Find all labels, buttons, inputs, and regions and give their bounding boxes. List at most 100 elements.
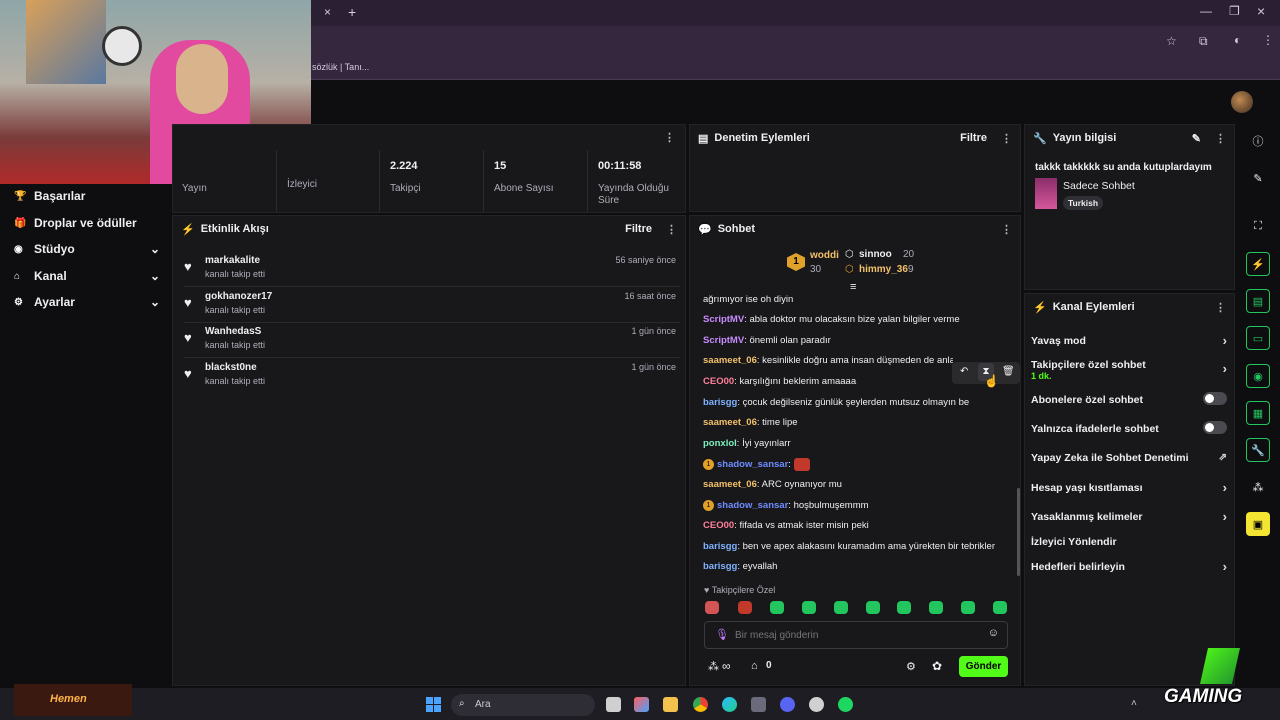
- kebab-menu-icon[interactable]: ⋮: [1001, 223, 1012, 236]
- mod-tools-icon[interactable]: ✿: [932, 659, 942, 673]
- sidebar-item-channel[interactable]: ⌂ Kanal ⌄: [14, 269, 160, 283]
- moderation-filter-button[interactable]: Filtre: [960, 132, 987, 144]
- expand-leaderboard-icon[interactable]: ≡: [850, 281, 856, 293]
- tray-chevron-icon[interactable]: ˄: [1131, 698, 1137, 709]
- edit-pencil-icon[interactable]: ✎: [1246, 166, 1270, 190]
- info-icon[interactable]: ⓘ: [1246, 129, 1270, 153]
- category-thumbnail[interactable]: [1035, 178, 1057, 209]
- broadcast-icon[interactable]: ◉: [1246, 364, 1270, 388]
- activity-header: ⚡ Etkinlik Akışı Filtre ⋮: [181, 223, 677, 236]
- bolt-icon[interactable]: ⚡: [1246, 252, 1270, 276]
- promo-banner[interactable]: Hemen: [14, 684, 132, 716]
- kebab-menu-icon[interactable]: ⋮: [666, 223, 677, 236]
- chevron-down-icon: ⌄: [149, 295, 160, 309]
- sidebar-item-drops[interactable]: 🎁 Droplar ve ödüller: [14, 216, 160, 230]
- kebab-menu-icon[interactable]: ⋮: [1215, 301, 1226, 314]
- copilot-icon[interactable]: [634, 697, 649, 712]
- emote[interactable]: [738, 601, 752, 614]
- bookmark-link[interactable]: sözlük | Tanı...: [312, 62, 369, 72]
- microphone-icon[interactable]: 🎙: [715, 628, 729, 641]
- sidebar-item-settings[interactable]: ⚙ Ayarlar ⌄: [14, 295, 160, 309]
- steam-icon[interactable]: [809, 697, 824, 712]
- emote[interactable]: [993, 601, 1007, 614]
- activity-filter-button[interactable]: Filtre: [625, 223, 652, 235]
- undo-icon[interactable]: ↶: [960, 366, 968, 377]
- chat-scrollbar[interactable]: [1017, 488, 1020, 576]
- extensions-icon[interactable]: ⧉: [1199, 34, 1208, 49]
- new-tab-icon[interactable]: +: [348, 4, 356, 20]
- account-age-row[interactable]: Hesap yaşı kısıtlaması ›: [1031, 480, 1227, 495]
- store-icon[interactable]: ⌂: [751, 660, 758, 672]
- send-button[interactable]: Gönder: [959, 656, 1008, 677]
- emote[interactable]: [802, 601, 816, 614]
- banned-words-row[interactable]: Yasaklanmış kelimeler ›: [1031, 509, 1227, 524]
- chrome-icon[interactable]: [693, 697, 708, 712]
- window-close-icon[interactable]: ×: [1257, 3, 1265, 19]
- kebab-menu-icon[interactable]: ⋮: [1215, 132, 1226, 145]
- chat-message-input[interactable]: [735, 626, 975, 644]
- profile-icon[interactable]: ◐: [1234, 33, 1241, 47]
- chevron-right-icon: ›: [1222, 509, 1227, 524]
- task-view-icon[interactable]: [606, 697, 621, 712]
- promo-text: Hemen: [50, 693, 87, 705]
- gear-icon[interactable]: ⚙: [906, 660, 916, 673]
- focus-icon[interactable]: ⛶: [1246, 214, 1270, 238]
- chat-bubble-icon[interactable]: ▭: [1246, 326, 1270, 350]
- taskbar-search[interactable]: ⌕ Ara: [451, 694, 595, 716]
- edit-pencil-icon[interactable]: ✎: [1192, 132, 1201, 145]
- category-name[interactable]: Sadece Sohbet: [1063, 180, 1135, 192]
- bookmark-star-icon[interactable]: ☆: [1166, 34, 1177, 48]
- user-avatar[interactable]: [1231, 91, 1253, 113]
- stat-viewers: İzleyici: [276, 150, 380, 212]
- emote[interactable]: [961, 601, 975, 614]
- subscribers-only-toggle[interactable]: [1203, 392, 1227, 405]
- bolt-icon: ⚡: [1033, 301, 1047, 314]
- leaderboard-name[interactable]: woddi: [810, 250, 839, 261]
- emotes-only-toggle[interactable]: [1203, 421, 1227, 434]
- emote[interactable]: [897, 601, 911, 614]
- emote[interactable]: [770, 601, 784, 614]
- chevron-down-icon: ⌄: [149, 242, 160, 256]
- followers-only-row[interactable]: Takipçilere özel sohbet 1 dk. ›: [1031, 359, 1227, 381]
- file-explorer-icon[interactable]: [663, 697, 678, 712]
- stat-followers: 2.224 Takipçi: [379, 150, 483, 212]
- sidebar-item-studio[interactable]: ◉ Stüdyo ⌄: [14, 242, 160, 256]
- media-icon[interactable]: ▣: [1246, 512, 1270, 536]
- trash-icon[interactable]: 🗑: [1002, 366, 1015, 377]
- minimize-icon[interactable]: —: [1200, 4, 1212, 18]
- emote[interactable]: [705, 601, 719, 614]
- maximize-icon[interactable]: ❐: [1229, 4, 1240, 18]
- windows-start-icon[interactable]: [426, 697, 441, 712]
- wall-painting: [26, 0, 106, 84]
- shield-badge-icon: ⬡: [845, 249, 854, 260]
- leaderboard-name[interactable]: sinnoo: [859, 249, 892, 260]
- activity-item: ♥ WanhedasS kanalı takip etti 1 gün önce: [184, 322, 680, 358]
- points-icon[interactable]: ⁂: [708, 660, 719, 673]
- ai-moderation-row[interactable]: Yapay Zeka ile Sohbet Denetimi ⇗: [1031, 452, 1227, 464]
- leaderboard-name[interactable]: himmy_36: [859, 264, 908, 275]
- raid-row[interactable]: İzleyici Yönlendir: [1031, 536, 1227, 548]
- wrench-icon[interactable]: 🔧: [1246, 438, 1270, 462]
- browser-menu-icon[interactable]: ⋮: [1262, 33, 1274, 47]
- spotify-icon[interactable]: [838, 697, 853, 712]
- store-icon[interactable]: [751, 697, 766, 712]
- sidebar: [0, 184, 170, 688]
- slow-mode-row[interactable]: Yavaş mod ›: [1031, 333, 1227, 348]
- tab-close-icon[interactable]: ×: [324, 5, 331, 19]
- community-icon[interactable]: ⁂: [1246, 475, 1270, 499]
- points-value: ∞: [722, 659, 731, 673]
- discord-icon[interactable]: [780, 697, 795, 712]
- chat-input-box: 🎙 ☺: [704, 621, 1008, 649]
- layout-icon[interactable]: ▦: [1246, 401, 1270, 425]
- goals-row[interactable]: Hedefleri belirleyin ›: [1031, 559, 1227, 574]
- emote[interactable]: [866, 601, 880, 614]
- kebab-menu-icon[interactable]: ⋮: [664, 131, 675, 144]
- emoji-icon[interactable]: ☺: [988, 627, 999, 639]
- sidebar-item-achievements[interactable]: 🏆 Başarılar: [14, 189, 160, 203]
- emote[interactable]: [929, 601, 943, 614]
- edge-icon[interactable]: [722, 697, 737, 712]
- kebab-menu-icon[interactable]: ⋮: [1001, 132, 1012, 145]
- document-icon[interactable]: ▤: [1246, 289, 1270, 313]
- emote[interactable]: [834, 601, 848, 614]
- channel-icon: ⌂: [14, 270, 21, 282]
